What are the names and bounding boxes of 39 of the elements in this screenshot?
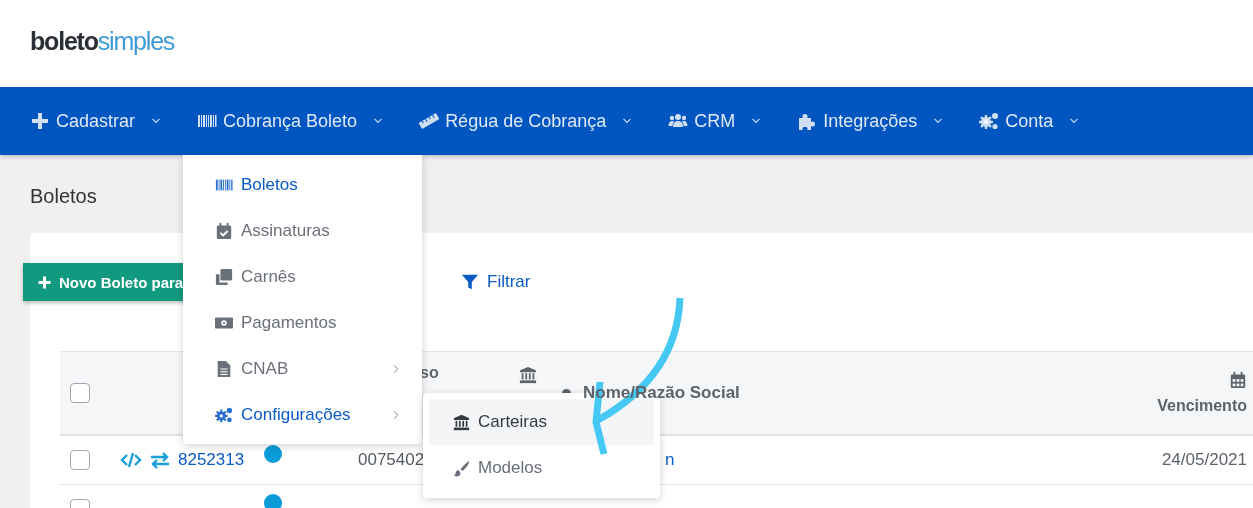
table-cell: 0075402 xyxy=(358,450,425,470)
filter-button[interactable]: Filtrar xyxy=(461,272,531,292)
menu-item[interactable]: Assinaturas xyxy=(183,208,422,254)
nav-menu-item[interactable]: Régua de Cobrança xyxy=(419,110,635,132)
code-icon xyxy=(120,450,142,470)
file-icon xyxy=(215,360,233,378)
logo[interactable]: boletosimples xyxy=(30,27,175,56)
filter-icon xyxy=(461,273,479,291)
plus-icon xyxy=(30,111,50,131)
calendar-icon xyxy=(1229,371,1247,389)
brush-icon xyxy=(453,459,470,477)
row-checkbox[interactable] xyxy=(70,450,90,470)
puzzle-icon xyxy=(797,111,818,131)
bank-icon xyxy=(519,366,537,384)
nav-menu-item[interactable]: CRM xyxy=(668,110,764,132)
bank-icon xyxy=(453,413,470,431)
nav-menu-item[interactable]: Integrações xyxy=(797,110,946,132)
swap-arrows-icon xyxy=(149,450,171,470)
boleto-id-link[interactable]: 8252313 xyxy=(178,450,245,470)
table-cell: 24/05/2021 xyxy=(1161,450,1247,470)
menu-item[interactable]: Pagamentos xyxy=(183,300,422,346)
menu-item[interactable]: Modelos xyxy=(429,445,654,491)
copy-icon xyxy=(215,268,233,286)
column-header[interactable]: so xyxy=(420,364,439,382)
nav-menu-item[interactable]: Cobrança Boleto xyxy=(197,110,386,132)
customer-name-link[interactable]: n xyxy=(665,450,675,470)
nav-menu-item[interactable]: Conta xyxy=(979,110,1082,132)
menu-item[interactable]: Configurações xyxy=(183,392,422,438)
gears-icon xyxy=(215,406,233,424)
calendar-check-icon xyxy=(215,222,233,240)
select-all-checkbox[interactable] xyxy=(70,383,90,403)
page-title: Boletos xyxy=(30,184,97,209)
plus-icon xyxy=(37,274,52,290)
menu-item[interactable]: Carteiras xyxy=(429,399,654,445)
menu-item[interactable]: CNAB xyxy=(183,346,422,392)
nav-menu-item[interactable]: Cadastrar xyxy=(30,110,164,132)
gears-icon xyxy=(979,111,1000,131)
menu-item[interactable]: Boletos xyxy=(183,162,422,208)
column-header[interactable]: Vencimento xyxy=(1157,397,1247,415)
